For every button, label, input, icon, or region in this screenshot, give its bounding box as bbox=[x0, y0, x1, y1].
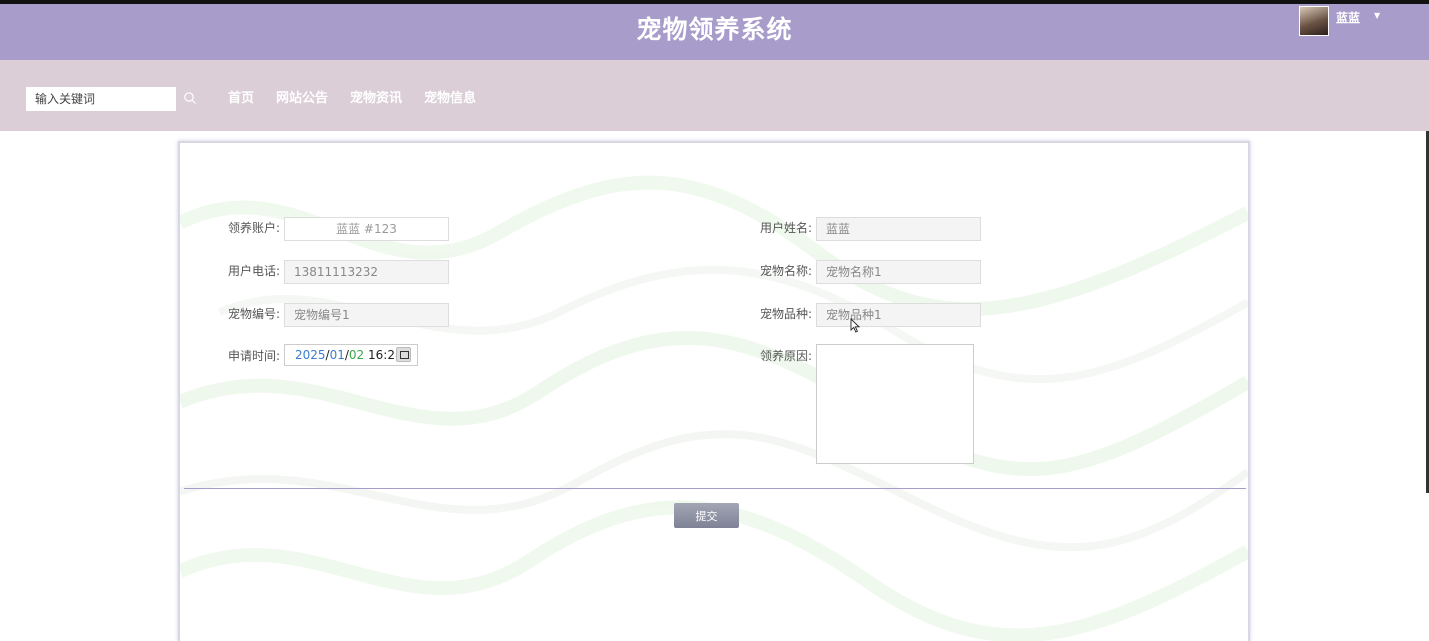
pet-name-field[interactable]: 宠物名称1 bbox=[816, 260, 981, 284]
adopt-account-label: 领养账户: bbox=[228, 221, 281, 235]
site-title: 宠物领养系统 bbox=[636, 15, 793, 44]
nav-item-home[interactable]: 首页 bbox=[228, 87, 254, 106]
user-name-field[interactable]: 蓝蓝 bbox=[816, 217, 981, 241]
nav-item-announcements[interactable]: 网站公告 bbox=[276, 87, 328, 106]
mouse-cursor-icon bbox=[850, 318, 860, 333]
site-header: 宠物领养系统 蓝蓝 ▼ bbox=[0, 4, 1429, 60]
pet-number-label: 宠物编号: bbox=[228, 307, 281, 321]
search-input[interactable] bbox=[26, 87, 176, 111]
adopt-reason-label: 领养原因: bbox=[760, 349, 813, 363]
search-icon[interactable] bbox=[183, 91, 197, 105]
nav-bar: 首页 网站公告 宠物资讯 宠物信息 bbox=[0, 60, 1429, 131]
caret-down-icon[interactable]: ▼ bbox=[1374, 11, 1380, 20]
apply-time-label: 申请时间: bbox=[228, 349, 281, 363]
adoption-form-card: 领养账户: 蓝蓝 #123 用户电话: 13811113232 宠物编号: 宠物… bbox=[178, 141, 1250, 641]
nav-item-pet-news[interactable]: 宠物资讯 bbox=[350, 87, 402, 106]
apply-time-field[interactable]: 2025/01/02 16:28 bbox=[284, 344, 418, 366]
pet-breed-label: 宠物品种: bbox=[760, 307, 813, 321]
form-divider bbox=[184, 488, 1246, 489]
calendar-icon[interactable] bbox=[396, 347, 411, 362]
apply-month[interactable]: 01 bbox=[330, 348, 345, 362]
user-phone-label: 用户电话: bbox=[228, 264, 281, 278]
pet-breed-field[interactable]: 宠物品种1 bbox=[816, 303, 981, 327]
pet-number-field[interactable]: 宠物编号1 bbox=[284, 303, 449, 327]
apply-year[interactable]: 2025 bbox=[295, 348, 326, 362]
user-name-label: 用户姓名: bbox=[760, 221, 813, 235]
nav-item-pet-info[interactable]: 宠物信息 bbox=[424, 87, 476, 106]
adopt-account-field[interactable]: 蓝蓝 #123 bbox=[284, 217, 449, 241]
pet-name-label: 宠物名称: bbox=[760, 264, 813, 278]
user-phone-field[interactable]: 13811113232 bbox=[284, 260, 449, 284]
user-avatar[interactable] bbox=[1299, 6, 1329, 36]
adopt-reason-textarea[interactable] bbox=[816, 344, 974, 464]
user-menu[interactable]: 蓝蓝 ▼ bbox=[1299, 6, 1380, 38]
username[interactable]: 蓝蓝 bbox=[1336, 9, 1360, 26]
apply-day[interactable]: 02 bbox=[349, 348, 364, 362]
main-nav: 首页 网站公告 宠物资讯 宠物信息 bbox=[228, 87, 476, 106]
submit-button[interactable]: 提交 bbox=[674, 503, 739, 528]
